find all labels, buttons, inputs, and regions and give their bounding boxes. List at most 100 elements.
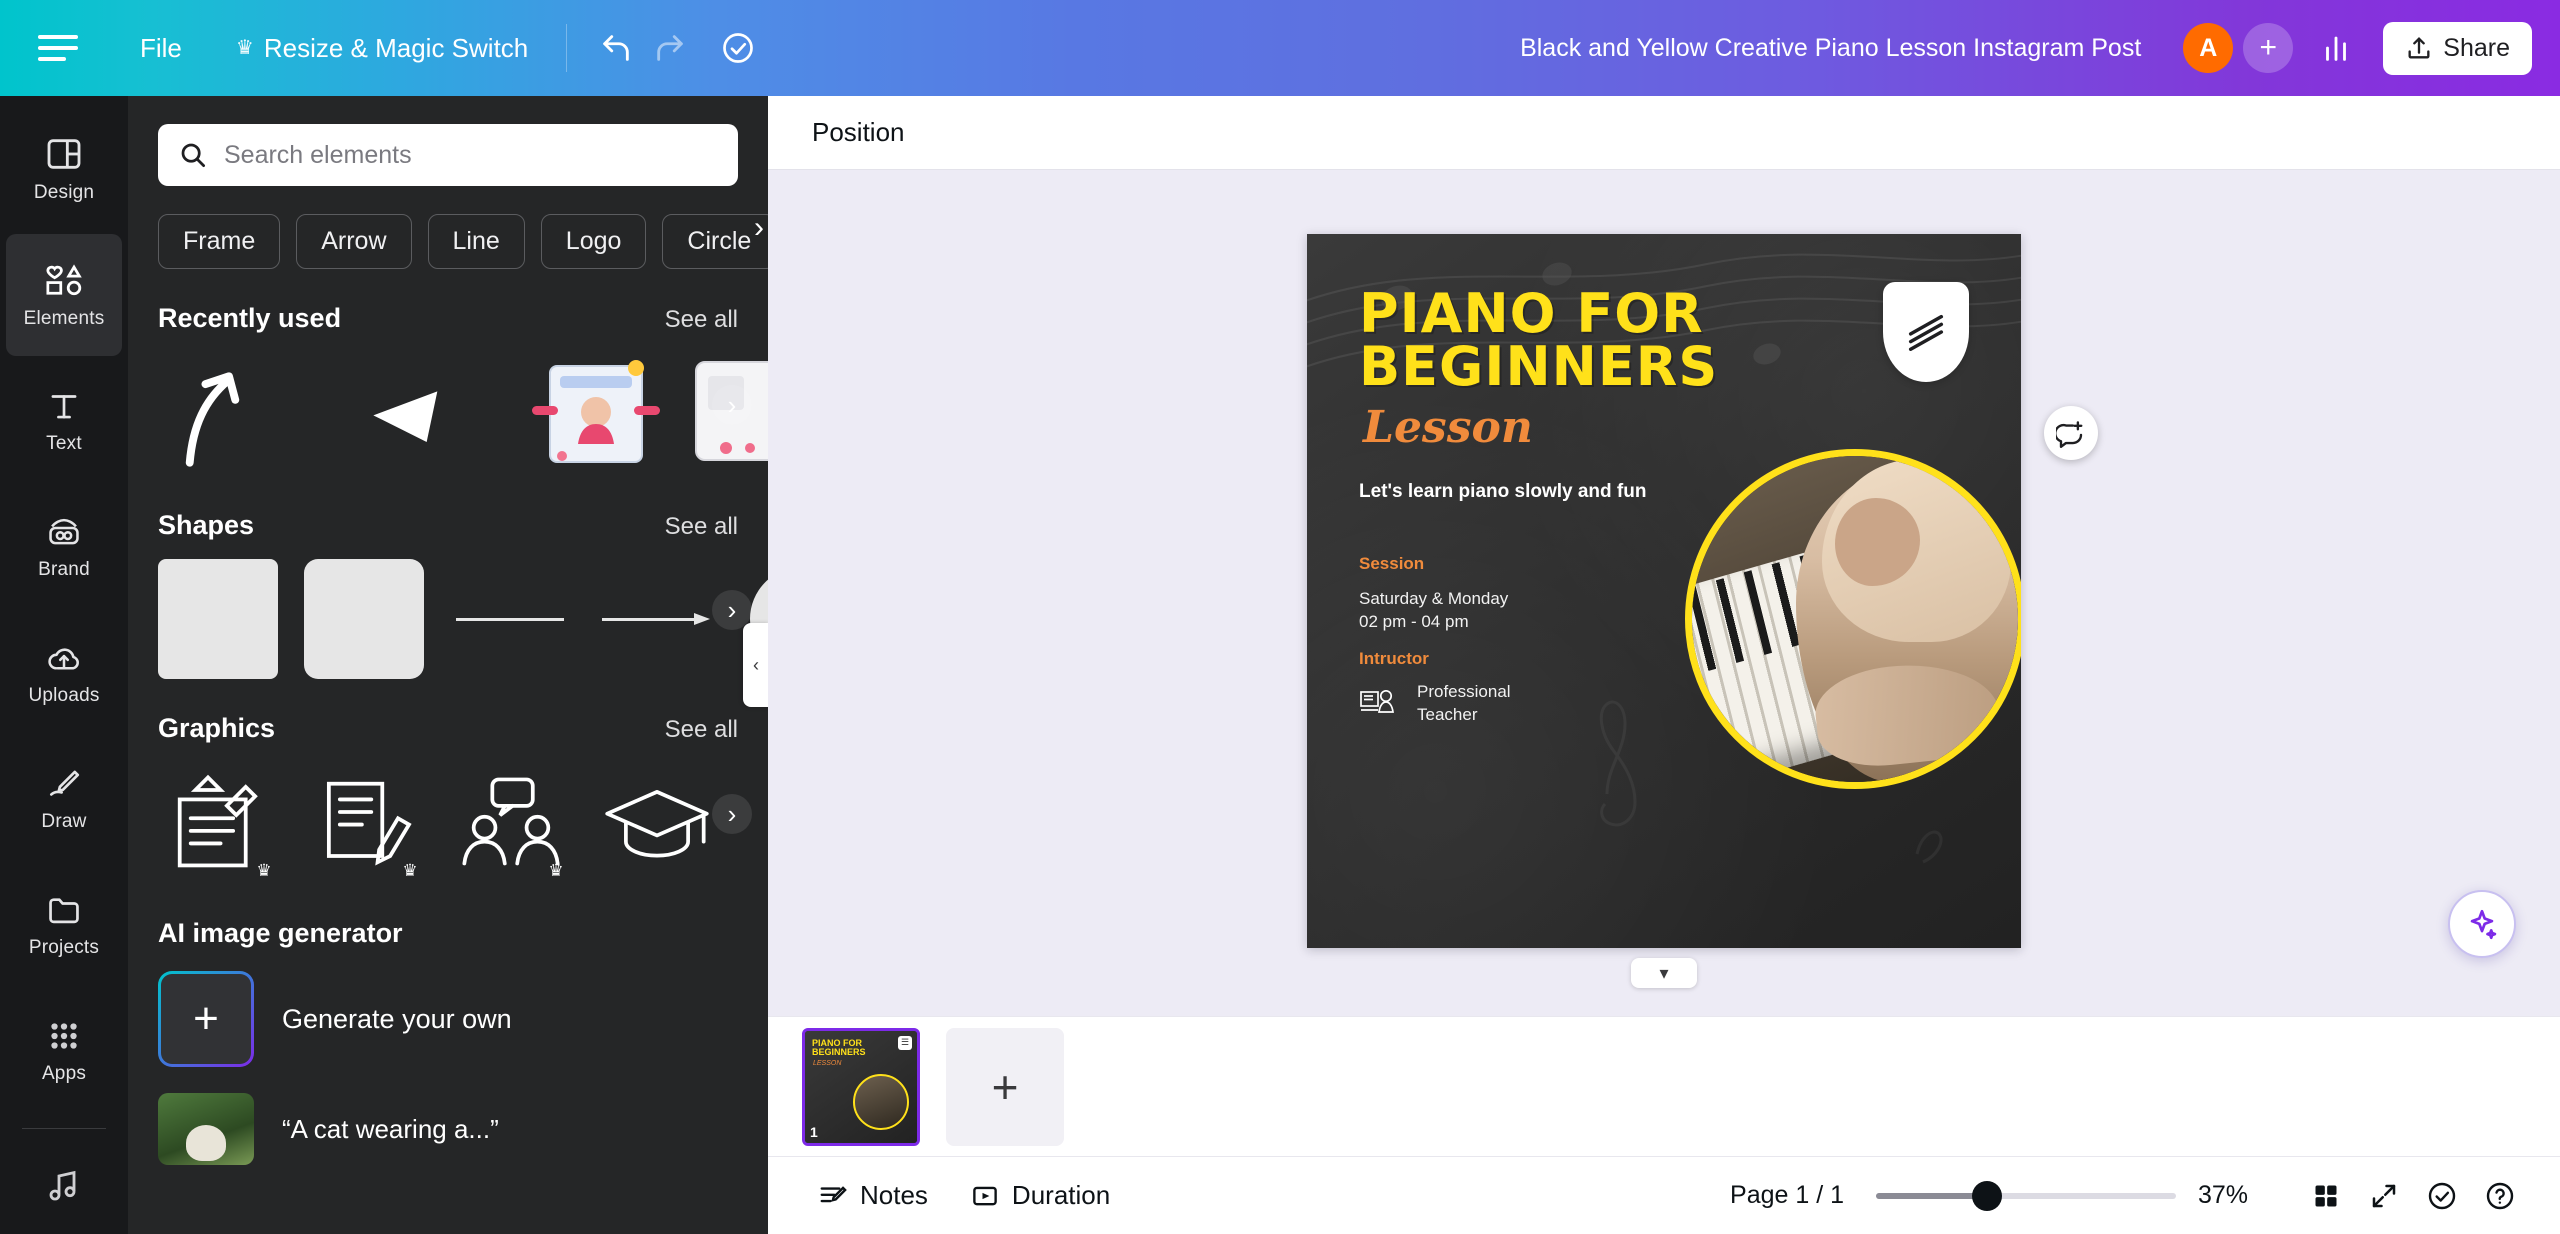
page-thumbnail-number: 1 xyxy=(810,1123,818,1140)
ai-sample-row[interactable]: “A cat wearing a...” xyxy=(128,1067,768,1165)
add-collaborator-button[interactable]: + xyxy=(2243,23,2294,73)
graphic-notepad-pencil[interactable]: ♛ xyxy=(158,762,280,884)
insights-icon[interactable] xyxy=(2309,21,2363,75)
canvas-expand-chevron-icon[interactable]: ▾ xyxy=(1631,958,1697,988)
sidebar-item-audio[interactable] xyxy=(6,1141,122,1231)
shapes-row: › xyxy=(128,541,768,679)
add-comment-button[interactable] xyxy=(2044,406,2098,460)
elements-icon xyxy=(43,260,85,300)
avatar[interactable]: A xyxy=(2183,23,2234,73)
design-tagline[interactable]: Let's learn piano slowly and fun xyxy=(1359,481,1646,503)
zoom-slider-knob[interactable] xyxy=(1972,1180,2002,1211)
ai-generate-row[interactable]: + Generate your own xyxy=(128,949,768,1067)
see-all-recently-used[interactable]: See all xyxy=(665,306,738,334)
search-input[interactable] xyxy=(224,140,718,170)
elements-panel-content: Frame Arrow Line Logo Circle › Recently … xyxy=(128,96,768,1234)
file-menu-button[interactable]: File xyxy=(124,23,198,74)
redo-icon[interactable] xyxy=(643,21,697,75)
design-instructor-block[interactable]: Intructor Professional Teacher xyxy=(1359,649,1511,727)
design-session-block[interactable]: Session Saturday & Monday 02 pm - 04 pm xyxy=(1359,554,1508,634)
shape-line[interactable] xyxy=(450,559,570,679)
sidebar-item-brand[interactable]: Brand xyxy=(6,486,122,608)
draw-icon xyxy=(44,765,84,803)
graphic-graduation-cap[interactable] xyxy=(596,762,718,884)
left-rail: Design Elements Text Brand Uploads Draw … xyxy=(0,96,128,1234)
see-all-graphics[interactable]: See all xyxy=(665,716,738,744)
sidebar-item-draw[interactable]: Draw xyxy=(6,738,122,860)
section-title: Shapes xyxy=(158,510,255,540)
instructor-name: Professional Teacher xyxy=(1417,681,1511,727)
chips-next-icon[interactable]: › xyxy=(744,211,768,245)
ai-sample-thumbnail[interactable] xyxy=(158,1093,254,1165)
element-thumb-illustration[interactable] xyxy=(526,352,666,476)
design-headline-line1: PIANO FOR xyxy=(1359,282,1704,345)
graphics-row: ♛ ♛ ♛ › xyxy=(128,744,768,884)
page-thumbnail[interactable]: PIANO FOR BEGINNERS LESSON 1 ☰ xyxy=(802,1027,920,1146)
cloud-check-icon[interactable] xyxy=(711,21,765,75)
position-button[interactable]: Position xyxy=(798,107,919,158)
design-script-word[interactable]: Lesson xyxy=(1363,402,1533,453)
section-header-recently-used: Recently used See all xyxy=(128,269,768,334)
chip-logo[interactable]: Logo xyxy=(540,214,647,269)
sidebar-item-label: Uploads xyxy=(28,685,100,706)
help-icon[interactable] xyxy=(2474,1170,2526,1222)
shape-arrow-line[interactable] xyxy=(596,559,716,679)
crown-icon: ♛ xyxy=(235,37,254,59)
sidebar-item-text[interactable]: Text xyxy=(6,360,122,482)
search-box[interactable] xyxy=(158,124,738,186)
add-page-button[interactable]: + xyxy=(946,1027,1064,1146)
zoom-control: 37% xyxy=(1876,1180,2272,1211)
chip-arrow[interactable]: Arrow xyxy=(296,214,412,269)
magic-studio-button[interactable] xyxy=(2448,890,2516,958)
design-headline[interactable]: PIANO FOR BEGINNERS xyxy=(1359,282,1718,394)
element-thumb-curved-arrow[interactable] xyxy=(158,354,278,474)
zoom-slider-fill xyxy=(1876,1192,1987,1199)
page-count-label: Page 1 / 1 xyxy=(1730,1181,1844,1209)
graphic-document-pencil[interactable]: ♛ xyxy=(304,762,426,884)
chip-line[interactable]: Line xyxy=(427,214,525,269)
ai-sample-prompt: “A cat wearing a...” xyxy=(282,1113,499,1144)
element-thumb-triangle-cursor[interactable] xyxy=(348,354,468,474)
sidebar-item-projects[interactable]: Projects xyxy=(6,864,122,986)
graphics-next-icon[interactable]: › xyxy=(712,794,752,834)
design-sticker-badge[interactable] xyxy=(1883,282,1969,382)
home-menu-button[interactable] xyxy=(38,35,78,61)
shape-rounded-square[interactable] xyxy=(304,559,424,679)
zoom-slider[interactable] xyxy=(1876,1180,2176,1211)
see-all-shapes[interactable]: See all xyxy=(665,513,738,541)
recently-used-row: › xyxy=(128,334,768,476)
chip-frame[interactable]: Frame xyxy=(158,214,281,269)
apps-icon xyxy=(45,1017,83,1055)
section-header-graphics: Graphics See all xyxy=(128,679,768,744)
document-title-area: Black and Yellow Creative Piano Lesson I… xyxy=(765,24,2157,73)
sidebar-item-elements[interactable]: Elements xyxy=(6,234,122,356)
duration-button[interactable]: Duration xyxy=(954,1170,1126,1221)
document-title[interactable]: Black and Yellow Creative Piano Lesson I… xyxy=(1504,24,2157,73)
grid-view-icon[interactable] xyxy=(2300,1170,2352,1222)
share-button[interactable]: Share xyxy=(2383,21,2532,75)
recently-used-next-icon[interactable]: › xyxy=(712,385,752,425)
section-header-ai-image-generator: AI image generator xyxy=(128,884,768,949)
duration-label: Duration xyxy=(1011,1180,1111,1210)
resize-magic-switch-button[interactable]: ♛ Resize & Magic Switch xyxy=(220,23,544,74)
graphic-two-people-chat[interactable]: ♛ xyxy=(450,762,572,884)
ai-generate-tile[interactable]: + xyxy=(158,971,254,1067)
text-icon xyxy=(45,387,83,425)
sidebar-item-apps[interactable]: Apps xyxy=(6,990,122,1112)
sidebar-item-uploads[interactable]: Uploads xyxy=(6,612,122,734)
fullscreen-icon[interactable] xyxy=(2358,1170,2410,1222)
notes-button[interactable]: Notes xyxy=(802,1170,944,1221)
arrow-icon xyxy=(602,612,710,626)
collapse-panel-button[interactable]: ‹ xyxy=(743,623,768,707)
line-icon xyxy=(456,617,564,621)
check-circle-icon[interactable] xyxy=(2416,1170,2468,1222)
sidebar-item-label: Elements xyxy=(23,308,105,329)
design-icon xyxy=(44,134,84,174)
share-button-label: Share xyxy=(2443,33,2510,62)
undo-icon[interactable] xyxy=(589,21,643,75)
design-canvas[interactable]: PIANO FOR BEGINNERS Lesson Let's learn p… xyxy=(1307,234,2021,948)
student-photo[interactable] xyxy=(1685,449,2021,789)
shape-square[interactable] xyxy=(158,559,278,679)
sidebar-item-design[interactable]: Design xyxy=(6,108,122,230)
sidebar-item-label: Projects xyxy=(28,937,100,958)
